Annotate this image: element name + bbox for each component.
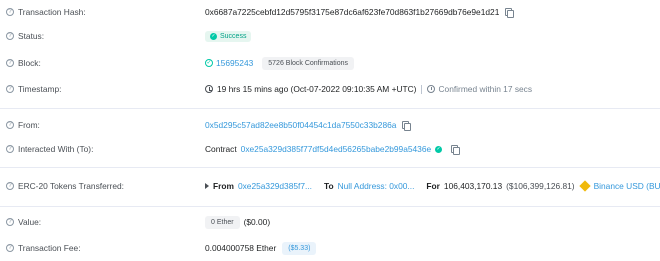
status-row: ? Status: ✓ Success [0, 28, 660, 44]
help-icon[interactable]: ? [6, 8, 14, 16]
help-icon[interactable]: ? [6, 32, 14, 40]
help-icon[interactable]: ? [6, 244, 14, 252]
contract-prefix: Contract [205, 144, 237, 154]
help-icon[interactable]: ? [6, 59, 14, 67]
fee-label-wrap: ? Transaction Fee: [6, 243, 81, 253]
block-row: ? Block: ✓ 15695243 5726 Block Confirmat… [0, 55, 660, 71]
timestamp-value-wrap: 19 hrs 15 mins ago (Oct-07-2022 09:10:35… [205, 84, 532, 94]
busd-token-icon [578, 180, 591, 192]
erc20-to-link[interactable]: Null Address: 0x00... [338, 181, 415, 191]
erc20-from-link[interactable]: 0xe25a329d385f7... [238, 181, 312, 191]
erc20-label-wrap: ? ERC-20 Tokens Transferred: [6, 181, 124, 191]
divider [421, 84, 423, 94]
timestamp-label: Timestamp: [18, 84, 62, 94]
help-icon[interactable]: ? [6, 121, 14, 129]
section-divider [0, 108, 660, 109]
copy-icon[interactable] [505, 7, 515, 18]
status-label: Status: [18, 31, 45, 41]
block-value-wrap: ✓ 15695243 5726 Block Confirmations [205, 56, 355, 70]
erc20-label: ERC-20 Tokens Transferred: [18, 181, 124, 191]
verified-check-icon: ✓ [435, 145, 443, 153]
timestamp-row: ? Timestamp: 19 hrs 15 mins ago (Oct-07-… [0, 81, 660, 97]
block-confirmations-badge: 5726 Block Confirmations [262, 56, 355, 70]
status-label-wrap: ? Status: [6, 31, 44, 41]
erc20-row: ? ERC-20 Tokens Transferred: From 0xe25a… [0, 178, 660, 194]
from-label-wrap: ? From: [6, 120, 40, 130]
erc20-value-wrap: From 0xe25a329d385f7... To Null Address:… [205, 180, 660, 192]
tx-hash-value-wrap: 0x6687a7225cebfd12d5795f3175e87dc6af623f… [205, 7, 515, 18]
tx-hash-value: 0x6687a7225cebfd12d5795f3175e87dc6af623f… [205, 7, 500, 17]
check-circle-icon: ✓ [205, 59, 213, 67]
fee-value-wrap: 0.004000758 Ether ($5.33) [205, 241, 317, 255]
value-eth-badge: 0 Ether [205, 215, 240, 229]
check-circle-icon: ✓ [210, 32, 217, 40]
copy-icon[interactable] [451, 144, 461, 155]
erc20-to-label: To [323, 181, 334, 191]
help-icon[interactable]: ? [6, 85, 14, 93]
contract-address-link[interactable]: 0xe25a329d385f77df5d4ed56265babe2b99a543… [241, 144, 432, 154]
tx-hash-label: Transaction Hash: [18, 7, 86, 17]
fee-usd-badge: ($5.33) [282, 241, 317, 255]
help-icon[interactable]: ? [6, 145, 14, 153]
status-value-wrap: ✓ Success [205, 30, 252, 42]
erc20-for-label: For [426, 181, 440, 191]
status-badge: ✓ Success [205, 30, 252, 42]
help-icon[interactable]: ? [6, 218, 14, 226]
help-icon[interactable]: ? [6, 182, 14, 190]
fee-eth: 0.004000758 Ether [205, 243, 277, 253]
from-label: From: [18, 120, 40, 130]
clock-icon [205, 85, 213, 93]
erc20-from-label: From [213, 181, 234, 191]
section-divider [0, 206, 660, 207]
fee-label: Transaction Fee: [18, 243, 81, 253]
tx-hash-row: ? Transaction Hash: 0x6687a7225cebfd12d5… [0, 4, 660, 20]
from-address-link[interactable]: 0x5d295c57ad82ee8b50f04454c1da7550c33b28… [205, 120, 396, 130]
block-number-link[interactable]: 15695243 [216, 58, 253, 68]
interacted-row: ? Interacted With (To): Contract 0xe25a3… [0, 141, 660, 157]
copy-icon[interactable] [402, 120, 412, 131]
from-value-wrap: 0x5d295c57ad82ee8b50f04454c1da7550c33b28… [205, 120, 412, 131]
section-divider [0, 167, 660, 168]
timestamp-label-wrap: ? Timestamp: [6, 84, 61, 94]
erc20-amount: 106,403,170.13 [443, 181, 503, 191]
from-row: ? From: 0x5d295c57ad82ee8b50f04454c1da75… [0, 117, 660, 133]
value-label: Value: [18, 217, 42, 227]
status-text: Success [220, 32, 247, 40]
timestamp-value: 19 hrs 15 mins ago (Oct-07-2022 09:10:35… [217, 84, 417, 94]
fee-row: ? Transaction Fee: 0.004000758 Ether ($5… [0, 240, 660, 256]
tx-hash-label-wrap: ? Transaction Hash: [6, 7, 86, 17]
value-usd: ($0.00) [243, 217, 271, 227]
value-label-wrap: ? Value: [6, 217, 41, 227]
caret-right-icon [205, 183, 209, 189]
erc20-token-link[interactable]: Binance USD (BUSD) [594, 181, 660, 191]
block-label-wrap: ? Block: [6, 58, 41, 68]
value-row: ? Value: 0 Ether ($0.00) [0, 214, 660, 230]
interacted-label-wrap: ? Interacted With (To): [6, 144, 93, 154]
block-label: Block: [18, 58, 41, 68]
confirmed-within: Confirmed within 17 secs [438, 84, 533, 94]
erc20-usd: ($106,399,126.81) [506, 181, 575, 191]
value-value-wrap: 0 Ether ($0.00) [205, 215, 271, 229]
interacted-value-wrap: Contract 0xe25a329d385f77df5d4ed56265bab… [205, 144, 461, 155]
hourglass-icon [427, 85, 436, 93]
interacted-label: Interacted With (To): [18, 144, 94, 154]
